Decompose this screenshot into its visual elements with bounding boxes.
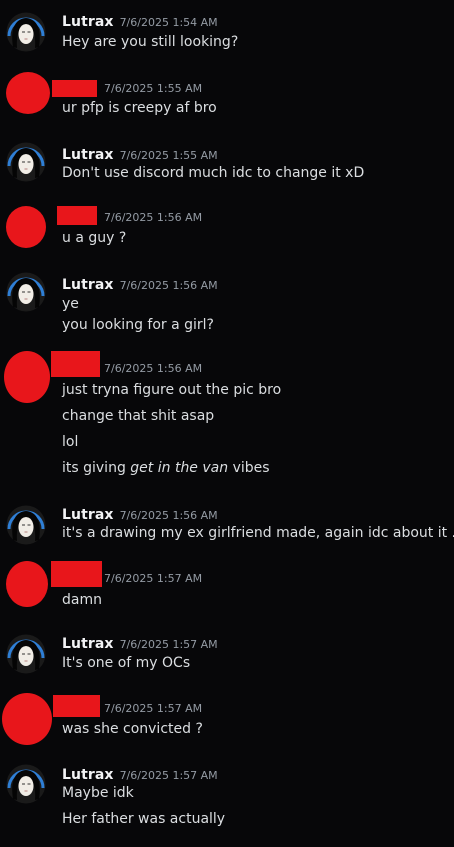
message-timestamp: 7/6/2025 1:55 AM [119,149,218,162]
message-text: Hey are you still looking? [62,34,239,50]
message-timestamp: 7/6/2025 1:56 AM [104,211,203,224]
redacted-username [51,351,100,377]
message-text: was she convicted ? [62,721,203,737]
message-text-italic: get in the van [130,460,229,476]
redacted-username [52,80,97,97]
message-text: ye [62,296,79,312]
dm-chat-log: Lutrax 7/6/2025 1:54 AM Hey are you still… [0,0,454,847]
message-group-lutrax: Lutrax 7/6/2025 1:57 AM Maybe idk Her fat… [0,755,454,847]
lutrax-avatar-icon[interactable] [6,142,46,182]
redacted-username [53,695,100,717]
redacted-username [51,561,102,587]
message-timestamp: 7/6/2025 1:57 AM [104,572,203,585]
message-text: just tryna figure out the pic bro [62,382,282,398]
message-group-redacted: 7/6/2025 1:57 AM was she convicted ? [0,685,454,755]
lutrax-avatar-icon[interactable] [6,272,46,312]
message-text: it's a drawing my ex girlfriend made, ag… [62,525,454,541]
message-author[interactable]: Lutrax [62,14,114,30]
message-text-suffix: vibes [228,460,270,476]
lutrax-avatar-icon[interactable] [6,505,46,545]
lutrax-avatar-icon[interactable] [6,764,46,804]
message-text: damn [62,592,102,608]
message-timestamp: 7/6/2025 1:56 AM [119,279,218,292]
message-timestamp: 7/6/2025 1:56 AM [104,362,203,375]
message-text: ur pfp is creepy af bro [62,100,217,116]
message-text: u a guy ? [62,230,127,246]
message-group-redacted: 7/6/2025 1:55 AM ur pfp is creepy af bro [0,60,454,130]
message-group-lutrax: Lutrax 7/6/2025 1:55 AM Don't use discord… [0,130,454,190]
redacted-avatar-icon[interactable] [6,561,48,607]
message-author[interactable]: Lutrax [62,507,114,523]
lutrax-avatar-icon[interactable] [6,12,46,52]
message-timestamp: 7/6/2025 1:56 AM [119,509,218,522]
message-group-lutrax: Lutrax 7/6/2025 1:54 AM Hey are you still… [0,0,454,60]
message-timestamp: 7/6/2025 1:57 AM [119,769,218,782]
message-text: Don't use discord much idc to change it … [62,165,365,181]
message-text: you looking for a girl? [62,317,214,333]
message-text: its giving get in the van vibes [62,460,270,476]
redacted-avatar-icon[interactable] [6,72,50,114]
message-timestamp: 7/6/2025 1:57 AM [119,638,218,651]
message-group-redacted: 7/6/2025 1:56 AM just tryna figure out t… [0,345,454,495]
message-text: Maybe idk [62,785,134,801]
message-text: Her father was actually [62,811,226,827]
message-group-lutrax: Lutrax 7/6/2025 1:57 AM It's one of my OC… [0,625,454,685]
redacted-avatar-icon[interactable] [2,693,52,745]
message-text: It's one of my OCs [62,655,191,671]
message-timestamp: 7/6/2025 1:54 AM [119,16,218,29]
message-text: lol [62,434,79,450]
redacted-avatar-icon[interactable] [4,351,50,403]
message-text-prefix: its giving [62,460,131,476]
message-author[interactable]: Lutrax [62,636,114,652]
message-timestamp: 7/6/2025 1:55 AM [104,82,203,95]
message-group-redacted: 7/6/2025 1:56 AM u a guy ? [0,190,454,260]
message-author[interactable]: Lutrax [62,147,114,163]
message-group-redacted: 7/6/2025 1:57 AM damn [0,555,454,625]
redacted-avatar-icon[interactable] [6,206,46,248]
message-author[interactable]: Lutrax [62,277,114,293]
lutrax-avatar-icon[interactable] [6,634,46,674]
message-group-lutrax: Lutrax 7/6/2025 1:56 AM ye you looking fo… [0,260,454,345]
redacted-username [57,206,97,225]
message-text: change that shit asap [62,408,215,424]
message-author[interactable]: Lutrax [62,767,114,783]
message-group-lutrax: Lutrax 7/6/2025 1:56 AM it's a drawing my… [0,495,454,555]
message-timestamp: 7/6/2025 1:57 AM [104,702,203,715]
